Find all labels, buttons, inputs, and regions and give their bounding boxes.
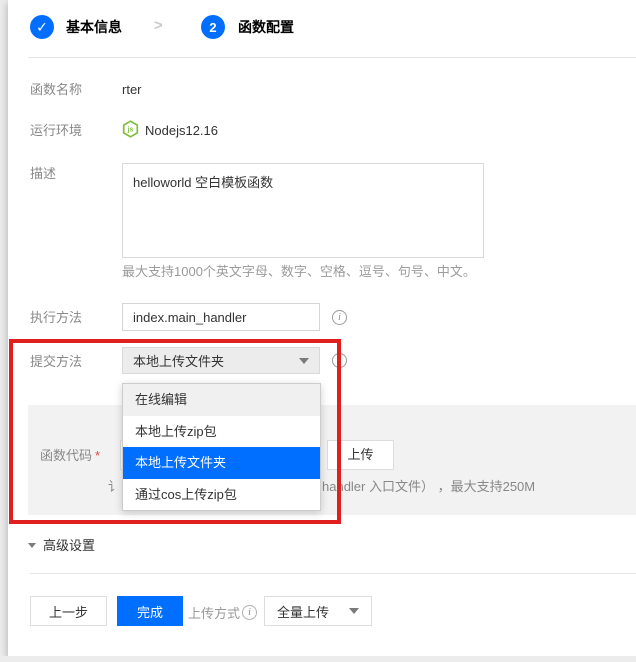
nodejs-icon: js	[122, 120, 139, 138]
description-label: 描述	[30, 166, 56, 181]
submit-method-select-value: 本地上传文件夹	[133, 351, 224, 370]
collapse-caret-icon	[28, 543, 36, 548]
step-1-indicator[interactable]: ✓	[30, 15, 54, 39]
runtime-label: 运行环境	[30, 123, 82, 138]
upload-mode-label: 上传方式	[188, 603, 240, 622]
dropdown-option-cos-zip[interactable]: 通过cos上传zip包	[123, 479, 320, 511]
chevron-down-icon	[299, 358, 309, 364]
dropdown-option-local-zip[interactable]: 本地上传zip包	[123, 416, 320, 448]
svg-text:js: js	[127, 127, 134, 134]
wizard-panel: ✓ 基本信息 > 2 函数配置 函数名称 rter 运行环境 js Nodejs…	[8, 0, 636, 656]
step-2-indicator[interactable]: 2	[201, 15, 225, 39]
description-textarea[interactable]: helloworld 空白模板函数	[122, 163, 484, 258]
check-icon: ✓	[36, 19, 48, 36]
upload-mode-info-icon[interactable]: i	[242, 605, 257, 620]
upload-mode-select-value: 全量上传	[277, 602, 329, 621]
function-name-label: 函数名称	[30, 82, 82, 97]
chevron-right-icon: >	[154, 18, 163, 34]
runtime-value: Nodejs12.16	[145, 123, 218, 138]
dropdown-option-local-folder[interactable]: 本地上传文件夹	[123, 447, 320, 479]
step-1-label[interactable]: 基本信息	[66, 19, 122, 35]
footer-divider	[30, 573, 636, 574]
function-code-label: 函数代码*	[40, 448, 100, 463]
submit-method-label: 提交方法	[30, 354, 82, 369]
page-background: ✓ 基本信息 > 2 函数配置 函数名称 rter 运行环境 js Nodejs…	[0, 0, 636, 662]
step-2-label[interactable]: 函数配置	[238, 19, 294, 35]
upload-mode-select[interactable]: 全量上传	[264, 596, 372, 626]
chevron-down-icon	[349, 608, 359, 614]
code-hint-fragment-right: handler 入口文件） ，最大支持250M	[322, 479, 535, 494]
prev-step-button[interactable]: 上一步	[30, 596, 107, 626]
upload-mode-label-group: 上传方式 i	[188, 603, 257, 622]
advanced-settings-toggle[interactable]: 高级设置	[28, 538, 95, 553]
step-2-number: 2	[209, 20, 216, 35]
advanced-settings-label: 高级设置	[43, 538, 95, 553]
submit-method-info-icon[interactable]: i	[332, 353, 347, 368]
submit-method-select[interactable]: 本地上传文件夹	[122, 347, 320, 374]
done-button[interactable]: 完成	[117, 596, 183, 626]
upload-button[interactable]: 上传	[327, 440, 394, 470]
submit-method-dropdown-menu: 在线编辑 本地上传zip包 本地上传文件夹 通过cos上传zip包	[122, 383, 321, 511]
function-code-section: 函数代码* 上传 讠 handler 入口文件） ，最大支持250M	[28, 405, 636, 515]
dropdown-option-online-edit[interactable]: 在线编辑	[123, 384, 320, 416]
required-asterisk: *	[95, 448, 100, 463]
page-bottom-strip	[0, 656, 636, 662]
stepper-divider	[28, 57, 636, 58]
handler-label: 执行方法	[30, 310, 82, 325]
function-name-value: rter	[122, 82, 142, 97]
handler-input[interactable]	[122, 303, 320, 331]
description-helper-text: 最大支持1000个英文字母、数字、空格、逗号、句号、中文。	[122, 264, 476, 279]
code-hint-fragment-left: 讠	[108, 479, 121, 494]
handler-info-icon[interactable]: i	[332, 310, 347, 325]
